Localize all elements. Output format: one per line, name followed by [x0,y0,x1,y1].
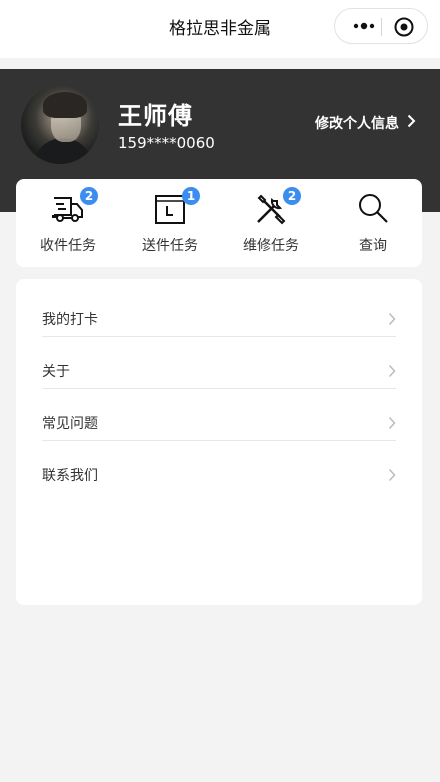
chevron-right-icon [388,415,396,434]
task-panel: 2 收件任务 1 送件任务 2 维修任务 查询 [16,179,422,267]
task-label: 收件任务 [40,238,96,254]
menu-item-label: 我的打卡 [42,312,98,328]
tools-icon: 2 [253,187,301,227]
task-search[interactable]: 查询 [328,191,418,263]
mini-program-capsule [334,8,428,44]
target-circle-icon[interactable] [393,16,415,38]
edit-profile-label: 修改个人信息 [315,116,399,132]
user-name: 王师傅 [118,102,193,130]
chevron-right-icon [388,363,396,382]
menu-item-label: 联系我们 [42,468,98,484]
repair-badge: 2 [283,187,301,205]
chevron-right-icon [388,311,396,330]
delivery-badge: 1 [182,187,200,205]
search-icon [355,191,391,227]
chevron-right-icon [388,467,396,486]
task-label: 查询 [359,238,387,254]
menu-item-contact[interactable]: 联系我们 [42,441,396,493]
delivery-truck-icon: 2 [50,187,98,227]
task-repair[interactable]: 2 维修任务 [226,187,316,263]
user-phone: 159****0060 [118,134,215,152]
menu-item-label: 常见问题 [42,416,98,432]
more-dots-icon[interactable] [349,9,379,43]
menu-item-faq[interactable]: 常见问题 [42,389,396,441]
edit-profile-link[interactable]: 修改个人信息 [315,113,416,133]
menu-item-label: 关于 [42,364,70,380]
menu-item-about[interactable]: 关于 [42,337,396,389]
task-label: 送件任务 [142,238,198,254]
pickup-badge: 2 [80,187,98,205]
task-delivery[interactable]: 1 送件任务 [125,187,215,263]
task-pickup[interactable]: 2 收件任务 [23,187,113,263]
avatar[interactable] [21,86,99,164]
chevron-right-icon [407,114,416,132]
task-label: 维修任务 [243,238,299,254]
menu-item-checkin[interactable]: 我的打卡 [42,285,396,337]
calendar-clock-icon: 1 [152,187,200,227]
title-bar: 格拉思非金属 [0,0,440,58]
capsule-divider [381,18,382,36]
menu-list: 我的打卡 关于 常见问题 联系我们 [16,279,422,605]
